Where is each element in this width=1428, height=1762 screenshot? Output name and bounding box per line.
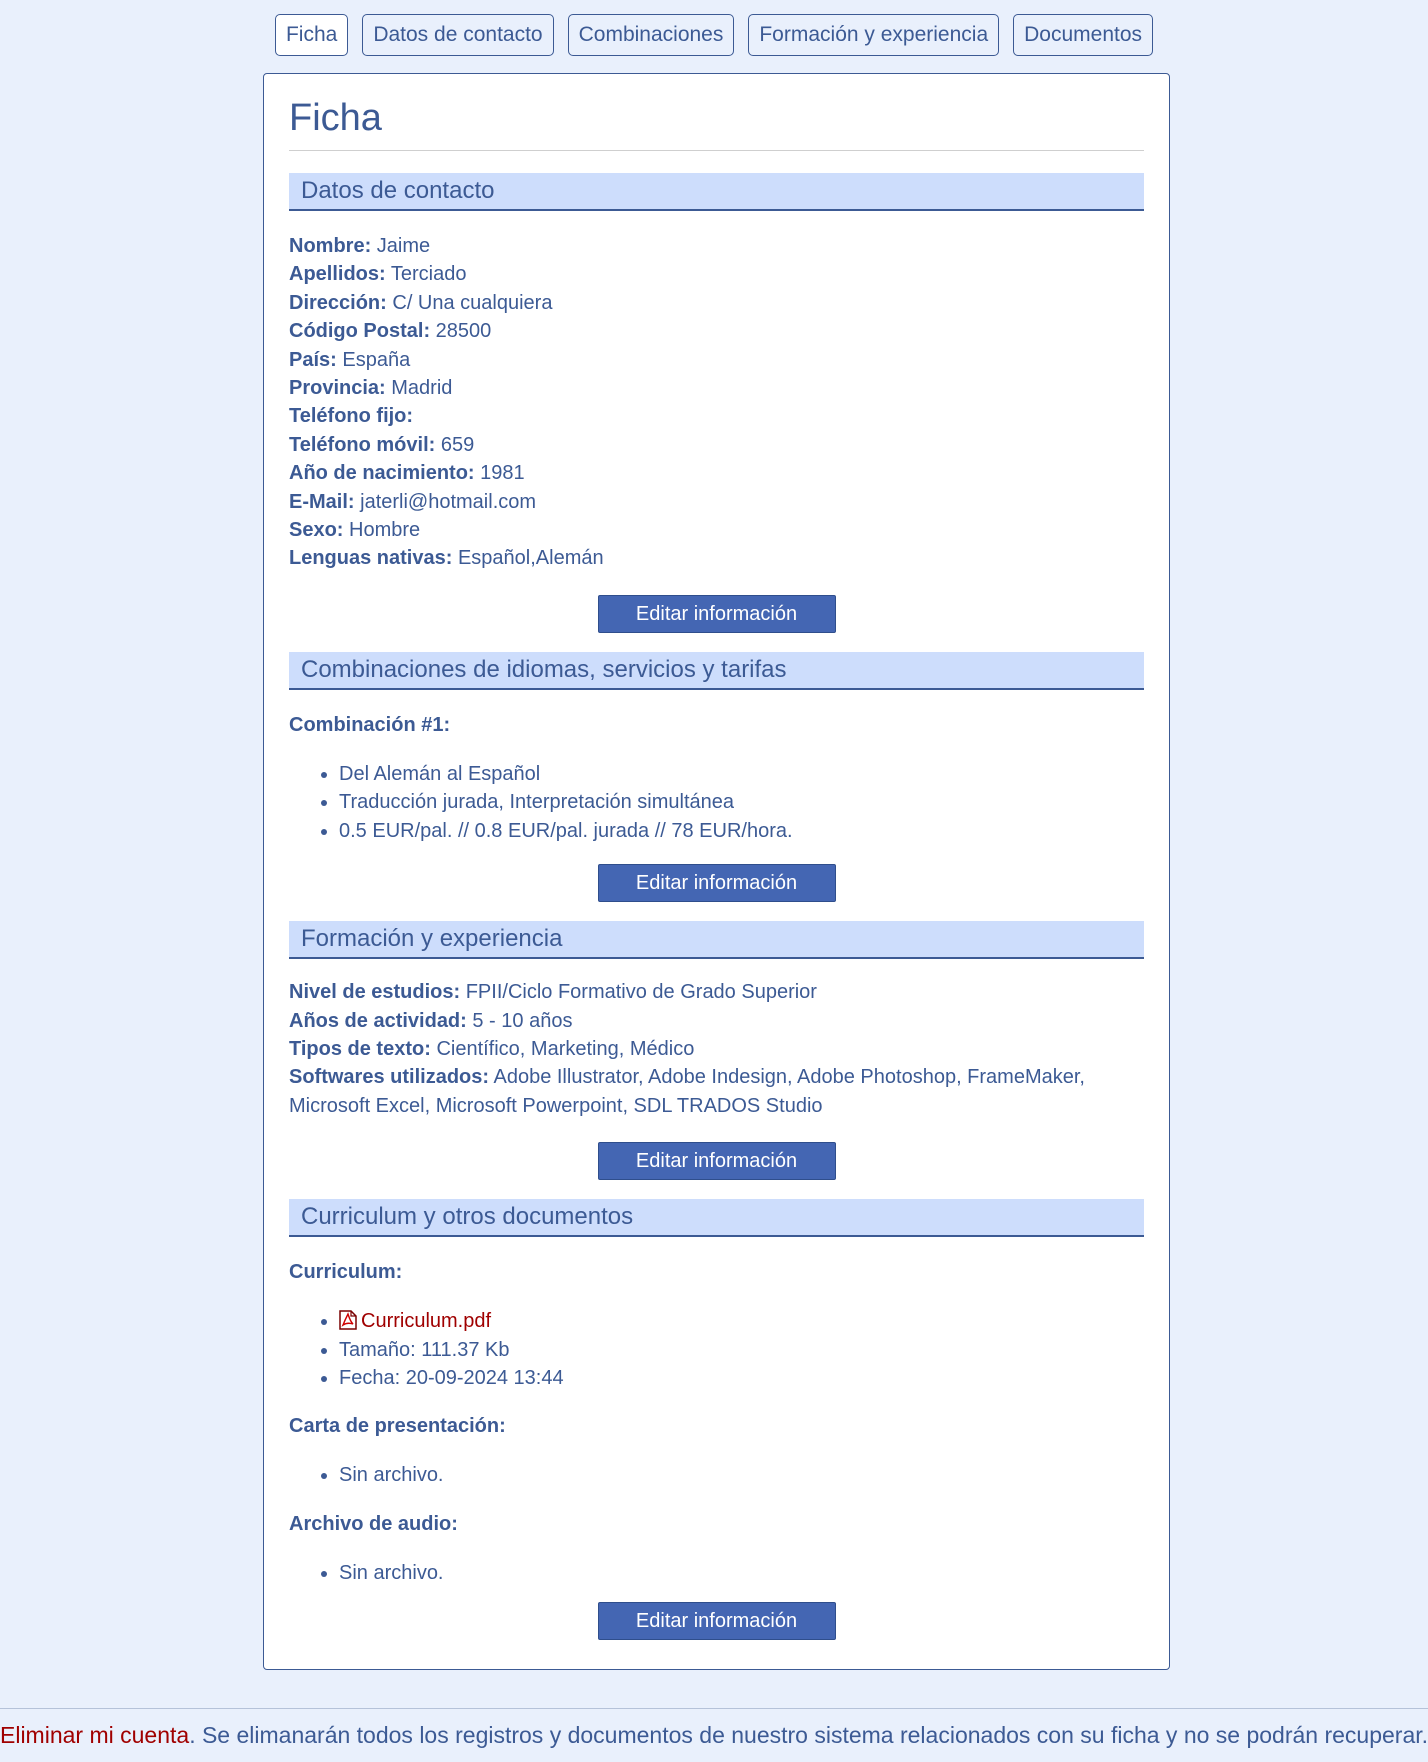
field-provincia: Provincia: Madrid (289, 374, 1144, 402)
tab-datos-de-contacto[interactable]: Datos de contacto (362, 14, 554, 56)
field-value: Madrid (391, 377, 453, 400)
page-title: Ficha (289, 92, 1144, 151)
list-item: Sin archivo. (339, 1559, 1144, 1587)
field-label: Dirección: (289, 291, 387, 314)
field-label: Nombre: (289, 235, 372, 257)
documents-edit-wrap: Editar información (289, 1602, 1144, 1641)
field-label: Provincia: (289, 377, 386, 400)
field-softwares: Softwares utilizados: Adobe Illustrator,… (289, 1063, 1144, 1120)
field-label: Lenguas nativas: (289, 547, 453, 570)
edit-contact-button[interactable]: Editar información (597, 594, 836, 633)
field-label: País: (289, 348, 337, 371)
training-edit-wrap: Editar información (289, 1142, 1144, 1181)
field-value: Terciado (390, 263, 467, 286)
field-label: E-Mail: (289, 490, 355, 513)
field-label: Sexo: (289, 519, 344, 542)
field-telefono-movil: Teléfono móvil: 659 (289, 431, 1144, 459)
field-label: Tipos de texto: (289, 1037, 431, 1060)
tab-bar: Ficha Datos de contacto Combinaciones Fo… (0, 14, 1428, 56)
field-lenguas-nativas: Lenguas nativas: Español,Alemán (289, 544, 1144, 572)
footer-notice: Eliminar mi cuenta. Se elimanarán todos … (0, 1720, 1428, 1750)
combination-label: Combinación #1: (289, 713, 451, 736)
cover-letter-label: Carta de presentación: (289, 1415, 506, 1438)
field-anos-actividad: Años de actividad: 5 - 10 años (289, 1007, 1144, 1035)
field-value: jaterli@hotmail.com (360, 490, 537, 513)
edit-training-button[interactable]: Editar información (597, 1142, 836, 1181)
contact-fields: Nombre: Jaime Apellidos: Terciado Direcc… (289, 232, 1144, 573)
combination-list: Del Alemán al Español Traducción jurada,… (289, 760, 1144, 845)
cv-label: Curriculum: (289, 1261, 403, 1284)
edit-combinations-button[interactable]: Editar información (597, 864, 836, 903)
tab-formacion-y-experiencia[interactable]: Formación y experiencia (748, 14, 1000, 56)
field-value: 28500 (435, 320, 492, 343)
field-telefono-fijo: Teléfono fijo: (289, 402, 1144, 430)
field-value: Hombre (349, 519, 421, 542)
field-label: Año de nacimiento: (289, 462, 475, 485)
combinations-section-header: Combinaciones de idiomas, servicios y ta… (289, 651, 1144, 690)
list-item: 0.5 EUR/pal. // 0.8 EUR/pal. jurada // 7… (339, 817, 1144, 845)
field-label: Años de actividad: (289, 1009, 467, 1032)
combinations-edit-wrap: Editar información (289, 864, 1144, 903)
field-value: Jaime (376, 235, 431, 257)
field-sexo: Sexo: Hombre (289, 516, 1144, 544)
field-label: Código Postal: (289, 320, 431, 343)
field-codigo-postal: Código Postal: 28500 (289, 317, 1144, 345)
list-item: Curriculum.pdf (339, 1307, 1144, 1335)
field-tipos-texto: Tipos de texto: Científico, Marketing, M… (289, 1035, 1144, 1063)
list-item: Fecha: 20-09-2024 13:44 (339, 1364, 1144, 1392)
field-label: Softwares utilizados: (289, 1066, 490, 1089)
training-fields: Nivel de estudios: FPII/Ciclo Formativo … (289, 978, 1144, 1120)
list-item: Del Alemán al Español (339, 760, 1144, 788)
cover-letter-list: Sin archivo. (289, 1461, 1144, 1489)
field-value: C/ Una cualquiera (392, 291, 553, 314)
contact-edit-wrap: Editar información (289, 594, 1144, 633)
field-apellidos: Apellidos: Terciado (289, 260, 1144, 288)
cv-file-link[interactable]: Curriculum.pdf (361, 1310, 491, 1332)
field-value: FPII/Ciclo Formativo de Grado Superior (465, 981, 817, 1004)
field-pais: País: España (289, 346, 1144, 374)
pdf-file-icon (339, 1310, 357, 1330)
field-nivel-estudios: Nivel de estudios: FPII/Ciclo Formativo … (289, 978, 1144, 1006)
edit-documents-button[interactable]: Editar información (597, 1602, 836, 1641)
field-value: 659 (440, 433, 475, 456)
field-value: 1981 (480, 462, 525, 485)
documents-section-header: Curriculum y otros documentos (289, 1199, 1144, 1238)
tab-documentos[interactable]: Documentos (1013, 14, 1154, 56)
field-value: Español,Alemán (457, 547, 604, 570)
training-section-header: Formación y experiencia (289, 921, 1144, 960)
field-value: 5 - 10 años (472, 1009, 573, 1032)
field-label: Teléfono fijo: (289, 405, 414, 428)
field-label: Teléfono móvil: (289, 433, 436, 456)
footer-divider (0, 1708, 1428, 1709)
tab-ficha[interactable]: Ficha (274, 14, 349, 56)
field-value: Científico, Marketing, Médico (436, 1037, 695, 1060)
field-ano-nacimiento: Año de nacimiento: 1981 (289, 459, 1144, 487)
audio-label: Archivo de audio: (289, 1512, 458, 1535)
field-nombre: Nombre: Jaime (289, 232, 1144, 260)
list-item: Tamaño: 111.37 Kb (339, 1336, 1144, 1364)
contact-section-header: Datos de contacto (289, 173, 1144, 211)
footer-text: . Se elimanarán todos los registros y do… (189, 1722, 1428, 1748)
field-label: Nivel de estudios: (289, 981, 461, 1004)
list-item: Sin archivo. (339, 1461, 1144, 1489)
cv-list: Curriculum.pdf Tamaño: 111.37 Kb Fecha: … (289, 1307, 1144, 1392)
field-direccion: Dirección: C/ Una cualquiera (289, 289, 1144, 317)
delete-account-link[interactable]: Eliminar mi cuenta (0, 1722, 189, 1748)
list-item: Traducción jurada, Interpretación simult… (339, 788, 1144, 816)
audio-list: Sin archivo. (289, 1559, 1144, 1587)
profile-panel: Ficha Datos de contacto Nombre: Jaime Ap… (263, 73, 1170, 1670)
field-email: E-Mail: jaterli@hotmail.com (289, 488, 1144, 516)
field-label: Apellidos: (289, 263, 386, 286)
field-value: España (342, 348, 411, 371)
tab-combinaciones[interactable]: Combinaciones (567, 14, 735, 56)
